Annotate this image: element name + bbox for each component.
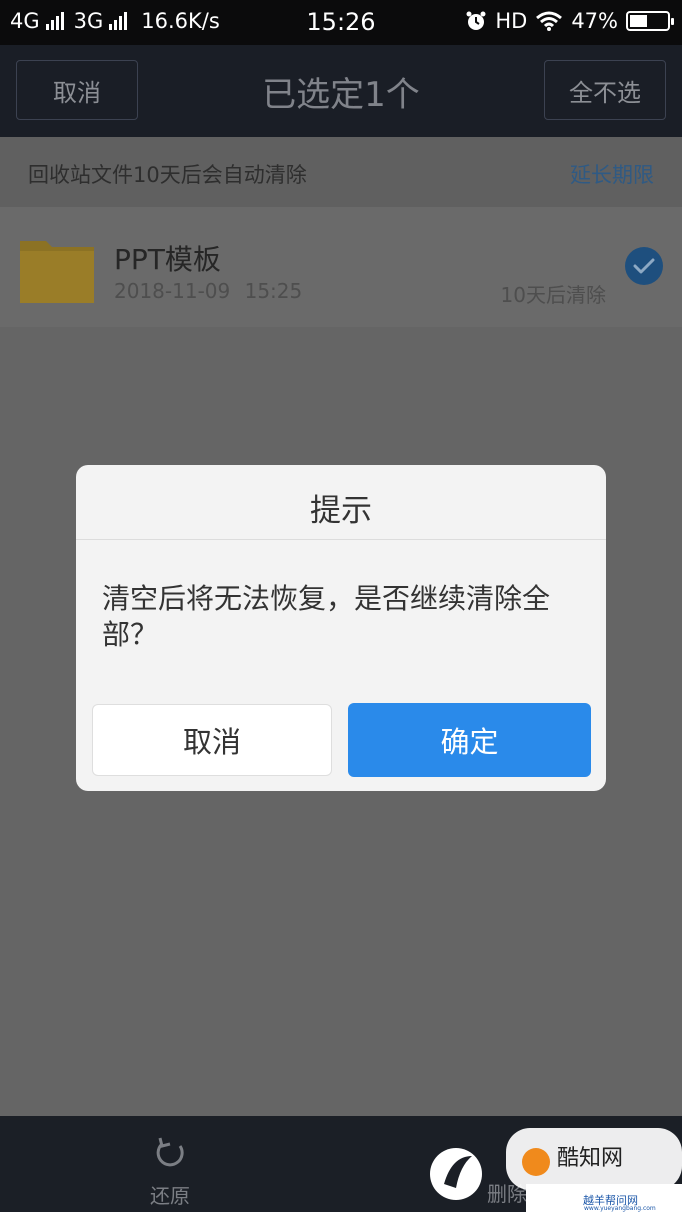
dialog-confirm-button[interactable]: 确定 [348,703,591,777]
file-expire: 10天后清除 [500,283,606,307]
file-date: 2018-11-09 15:25 [114,279,303,303]
dialog-title: 提示 [310,493,372,529]
file-list-item[interactable]: PPT模板 2018-11-09 15:25 10天后清除 [0,207,682,327]
file-name: PPT模板 [114,243,221,276]
folder-icon [20,241,94,303]
recycle-info-bar: 回收站文件10天后会自动清除 延长期限 [0,137,682,208]
dialog-divider [76,539,606,540]
confirm-dialog: 提示 清空后将无法恢复，是否继续清除全部？ 取消 确定 [76,465,606,791]
restore-icon [156,1137,184,1167]
dialog-cancel-button[interactable]: 取消 [92,704,332,776]
title-bar: 取消 已选定1个 全不选 [0,45,682,137]
watermark-logo [430,1128,682,1212]
deselect-all-button[interactable]: 全不选 [544,60,666,120]
check-circle-icon[interactable] [625,247,663,285]
restore-button[interactable]: 还原 [130,1134,210,1209]
checkmark-icon [633,258,655,274]
wifi-icon [536,11,563,31]
battery-fill [630,15,647,27]
restore-label: 还原 [150,1184,190,1208]
recycle-info-text: 回收站文件10天后会自动清除 [28,163,307,187]
battery-percent: 47% [571,9,618,33]
status-bar: 4G 3G 16.6K/s 15:26 HD 47% [0,0,682,45]
extend-period-link[interactable]: 延长期限 [570,159,654,189]
dialog-message: 清空后将无法恢复，是否继续清除全部？ [102,582,551,651]
watermark-text: 酷知网 [557,1146,624,1171]
bottom-action-bar: 还原 删除 酷知网 越羊帮问网 www.yueyangbang.com [0,1116,682,1212]
hd-label: HD [495,9,528,33]
status-right: HD 47% [465,9,674,33]
battery-icon [626,11,674,31]
watermark-url: www.yueyangbang.com [584,1205,656,1212]
alarm-clock-icon [466,11,486,30]
